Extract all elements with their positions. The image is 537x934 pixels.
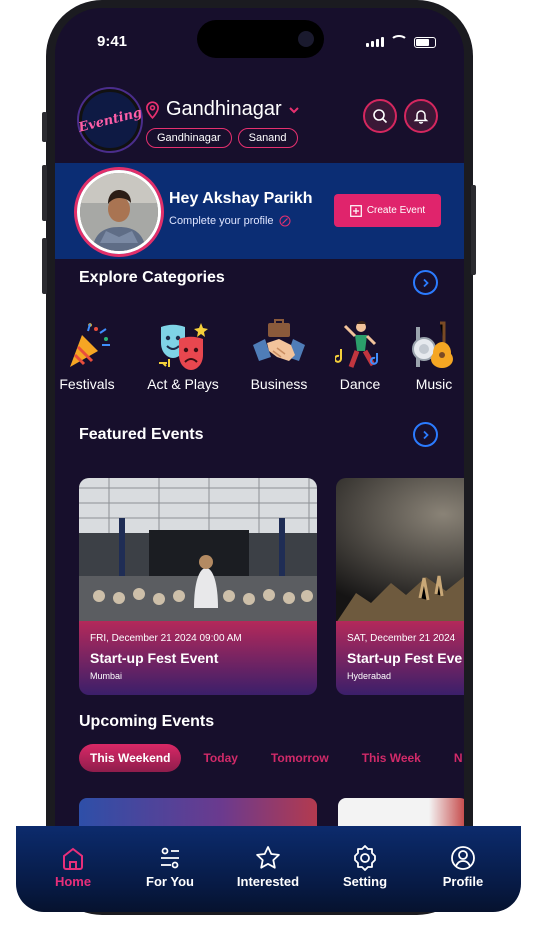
battery-icon <box>414 36 436 48</box>
category-dance[interactable]: Dance <box>330 316 390 392</box>
chevron-right-icon <box>422 278 429 287</box>
user-avatar[interactable] <box>77 170 161 254</box>
current-city: Gandhinagar <box>166 98 282 120</box>
nav-profile[interactable]: Profile <box>418 842 508 889</box>
camera-icon <box>298 31 314 47</box>
search-icon <box>373 109 388 124</box>
user-icon <box>451 846 475 870</box>
star-icon <box>256 846 280 869</box>
location-pin-icon <box>146 100 159 119</box>
status-time: 9:41 <box>97 33 128 50</box>
mute-switch <box>42 112 47 142</box>
filter-sliders-icon <box>161 847 179 869</box>
location-chip[interactable]: Gandhinagar <box>146 128 232 148</box>
create-event-button[interactable]: Create Event <box>334 194 441 227</box>
nav-interested[interactable]: Interested <box>223 842 313 889</box>
bottom-navigation: Home For You Interested Setting Profile <box>16 826 521 912</box>
status-bar: 9:41 <box>55 8 464 74</box>
theater-masks-icon <box>159 323 208 370</box>
app-logo[interactable]: Eventing <box>77 89 143 151</box>
nav-home[interactable]: Home <box>28 842 118 889</box>
event-photo <box>336 478 464 623</box>
bell-icon <box>413 110 429 124</box>
tab-next[interactable]: N <box>443 744 464 772</box>
event-date: SAT, December 21 2024 <box>347 633 456 644</box>
avatar-photo <box>80 173 158 251</box>
user-greeting: Hey Akshay Parikh <box>169 190 313 207</box>
category-music[interactable]: Music <box>405 316 463 392</box>
search-button[interactable] <box>363 99 397 133</box>
location-chips: Gandhinagar Sanand <box>146 128 298 148</box>
volume-up-button <box>42 165 47 221</box>
location-chip[interactable]: Sanand <box>237 128 298 148</box>
event-photo <box>79 478 317 623</box>
categories-title: Explore Categories <box>79 269 225 286</box>
chevron-down-icon <box>288 106 299 113</box>
profile-banner: Hey Akshay Parikh Complete your profile … <box>55 163 464 259</box>
event-location: Mumbai <box>90 671 123 681</box>
event-location: Hyderabad <box>347 671 392 681</box>
dynamic-island <box>197 20 324 58</box>
featured-event-card[interactable]: FRI, December 21 2024 09:00 AM Start-up … <box>79 478 317 695</box>
category-act-plays[interactable]: Act & Plays <box>140 316 226 392</box>
categories-see-all-button[interactable] <box>413 270 438 295</box>
dancer-icon <box>335 321 378 368</box>
notifications-button[interactable] <box>404 99 438 133</box>
featured-event-card[interactable]: SAT, December 21 2024 Start-up Fest Eve … <box>336 478 464 695</box>
event-name: Start-up Fest Eve <box>347 650 463 666</box>
home-icon <box>63 847 83 870</box>
handshake-icon <box>253 319 305 361</box>
category-business[interactable]: Business <box>243 316 315 392</box>
upcoming-tabs: This Weekend Today Tomorrow This Week N <box>79 744 464 772</box>
party-popper-icon <box>70 323 110 367</box>
power-button <box>471 185 476 275</box>
tab-today[interactable]: Today <box>192 744 248 772</box>
app-screen: 9:41 Eventing Gandhinagar Gandhinagar Sa… <box>55 8 464 908</box>
complete-profile-link[interactable]: Complete your profile <box>169 215 291 227</box>
volume-down-button <box>42 238 47 294</box>
gear-icon <box>354 845 376 871</box>
event-name: Start-up Fest Event <box>90 650 219 666</box>
edit-pencil-icon <box>279 215 291 227</box>
chevron-right-icon <box>422 430 429 439</box>
featured-see-all-button[interactable] <box>413 422 438 447</box>
instruments-icon <box>412 321 453 368</box>
event-date: FRI, December 21 2024 09:00 AM <box>90 633 242 644</box>
nav-setting[interactable]: Setting <box>320 842 410 889</box>
tab-this-week[interactable]: This Week <box>351 744 432 772</box>
signal-icon <box>366 37 384 47</box>
tab-tomorrow[interactable]: Tomorrow <box>260 744 340 772</box>
nav-for-you[interactable]: For You <box>125 842 215 889</box>
tab-this-weekend[interactable]: This Weekend <box>79 744 182 772</box>
upcoming-title: Upcoming Events <box>79 713 215 730</box>
featured-title: Featured Events <box>79 426 204 443</box>
category-festivals[interactable]: Festivals <box>55 316 119 392</box>
plus-square-icon <box>349 204 362 217</box>
wifi-icon <box>390 35 408 49</box>
location-selector[interactable]: Gandhinagar <box>145 98 300 121</box>
